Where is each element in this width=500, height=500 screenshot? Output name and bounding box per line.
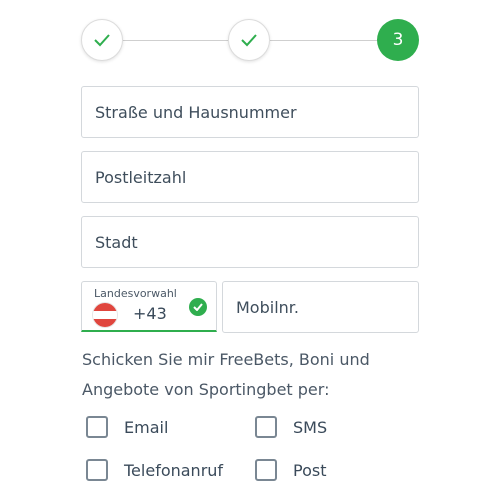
step-3-number: 3 xyxy=(392,30,404,50)
country-code-value: +43 xyxy=(133,304,167,323)
phone-call-label: Telefonanruf xyxy=(124,460,224,480)
post-label: Post xyxy=(293,460,327,480)
sms-checkbox[interactable] xyxy=(255,416,277,438)
option-phone-call[interactable]: Telefonanruf xyxy=(86,459,223,481)
option-email[interactable]: Email xyxy=(86,416,168,438)
email-label: Email xyxy=(124,417,169,437)
check-circle-icon xyxy=(189,298,207,316)
city-field[interactable] xyxy=(81,216,419,268)
stepper-line-1 xyxy=(123,40,228,41)
step-2 xyxy=(228,19,270,61)
phone-call-checkbox[interactable] xyxy=(86,459,108,481)
country-code-label: Landesvorwahl xyxy=(94,287,177,300)
option-post[interactable]: Post xyxy=(255,459,326,481)
step-1 xyxy=(81,19,123,61)
stepper: 3 xyxy=(81,19,419,63)
postcode-input[interactable] xyxy=(95,167,418,187)
austria-flag-icon xyxy=(93,303,117,327)
marketing-consent-text: Schicken Sie mir FreeBets, Boni und Ange… xyxy=(82,350,370,399)
email-checkbox[interactable] xyxy=(86,416,108,438)
check-icon xyxy=(241,34,257,47)
country-code-select[interactable]: Landesvorwahl +43 xyxy=(81,281,217,332)
postcode-field[interactable] xyxy=(81,151,419,203)
mobile-field[interactable] xyxy=(222,281,419,333)
sms-label: SMS xyxy=(293,417,328,437)
street-field[interactable] xyxy=(81,86,419,138)
check-icon xyxy=(94,34,110,47)
mobile-input[interactable] xyxy=(236,297,418,317)
stepper-line-2 xyxy=(270,40,377,41)
step-3: 3 xyxy=(377,19,419,61)
city-input[interactable] xyxy=(95,232,418,252)
street-input[interactable] xyxy=(95,102,418,122)
post-checkbox[interactable] xyxy=(255,459,277,481)
option-sms[interactable]: SMS xyxy=(255,416,327,438)
